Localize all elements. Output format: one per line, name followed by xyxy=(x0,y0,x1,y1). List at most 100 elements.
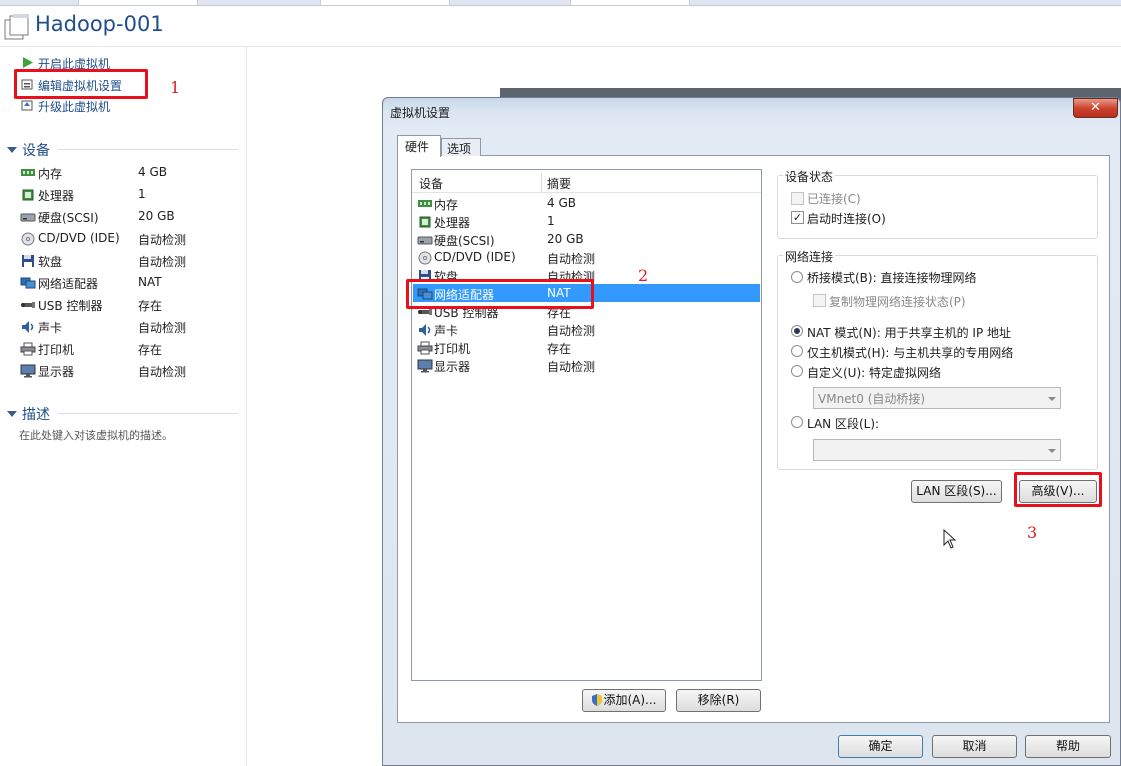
sidebar-device-value: 1 xyxy=(138,187,146,201)
ok-button[interactable]: 确定 xyxy=(838,735,923,758)
device-list-summary: 自动检测 xyxy=(547,360,596,374)
sidebar-device-name[interactable]: 软盘 xyxy=(38,253,62,270)
floppy-icon xyxy=(20,254,36,267)
processor-icon xyxy=(417,215,432,228)
sidebar-device-name[interactable]: USB 控制器 xyxy=(38,297,102,314)
sidebar-device-name[interactable]: 处理器 xyxy=(38,187,74,204)
top-tab[interactable] xyxy=(78,0,198,5)
title-divider xyxy=(0,46,1121,47)
device-list-name: 声卡 xyxy=(434,324,459,338)
lan-segments-button[interactable]: LAN 区段(S)... xyxy=(911,480,1002,503)
mouse-cursor-icon xyxy=(943,528,957,549)
dialog-title: 虚拟机设置 xyxy=(390,106,451,120)
remove-button[interactable]: 移除(R) xyxy=(676,689,761,712)
chevron-down-icon xyxy=(1048,449,1056,453)
sidebar-device-name[interactable]: 打印机 xyxy=(38,341,74,358)
collapse-devices-icon[interactable] xyxy=(7,147,17,153)
top-tab[interactable] xyxy=(570,0,690,5)
lan-segment-radio[interactable] xyxy=(791,416,803,428)
device-list-row[interactable] xyxy=(413,195,760,213)
sidebar-device-name[interactable]: 显示器 xyxy=(38,363,74,380)
device-list-name: 显示器 xyxy=(434,360,471,374)
sidebar-device-value: 自动检测 xyxy=(138,365,187,379)
device-list-summary: 1 xyxy=(547,214,555,228)
chevron-down-icon xyxy=(1048,397,1056,401)
memory-icon xyxy=(417,197,432,210)
display-icon xyxy=(417,359,433,373)
replicate-state-checkbox[interactable] xyxy=(813,294,826,307)
highlight-box-1 xyxy=(14,69,148,99)
vm-title: Hadoop-001 xyxy=(35,12,164,36)
tab-options[interactable]: 选项 xyxy=(441,138,481,156)
custom-network-value: VMnet0 (自动桥接) xyxy=(818,392,926,406)
column-header-summary[interactable]: 摘要 xyxy=(547,175,571,192)
upgrade-link[interactable]: 升级此虚拟机 xyxy=(38,98,110,115)
device-list-summary: 自动检测 xyxy=(547,324,596,338)
panel-divider xyxy=(246,47,247,766)
custom-label: 自定义(U): 特定虚拟网络 xyxy=(807,366,942,380)
description-heading: 描述 xyxy=(22,407,50,423)
device-list-header xyxy=(412,173,761,193)
device-list-name: 处理器 xyxy=(434,216,471,230)
step-number-1: 1 xyxy=(170,78,181,97)
bridged-label: 桥接模式(B): 直接连接物理网络 xyxy=(807,271,977,285)
column-header-device[interactable]: 设备 xyxy=(419,175,443,192)
sidebar-device-value: 存在 xyxy=(138,299,163,313)
highlight-box-2 xyxy=(406,279,594,309)
sound-card-icon xyxy=(417,323,432,336)
sidebar-device-name[interactable]: 网络适配器 xyxy=(38,275,98,292)
device-list-name: 内存 xyxy=(434,198,459,212)
sidebar-device-name[interactable]: 声卡 xyxy=(38,319,62,336)
connect-at-power-on-checkbox[interactable]: ✓ xyxy=(791,211,804,224)
printer-icon xyxy=(20,342,36,356)
cancel-button[interactable]: 取消 xyxy=(932,735,1017,758)
add-button[interactable]: 添加(A)... xyxy=(582,689,666,712)
nat-radio[interactable] xyxy=(791,325,803,337)
sidebar-device-name[interactable]: 内存 xyxy=(38,165,62,182)
device-list-name: 硬盘(SCSI) xyxy=(434,234,495,248)
connected-checkbox[interactable] xyxy=(791,192,804,205)
sidebar-device-value: 20 GB xyxy=(138,209,175,223)
help-button[interactable]: 帮助 xyxy=(1025,735,1111,758)
checkmark-icon: ✓ xyxy=(792,211,803,224)
device-list-summary: 存在 xyxy=(547,342,572,356)
sound-card-icon xyxy=(20,320,36,333)
bridged-radio[interactable] xyxy=(791,271,803,283)
custom-network-select[interactable]: VMnet0 (自动桥接) xyxy=(813,387,1061,409)
hard-disk-icon xyxy=(417,233,433,246)
device-list-summary: 20 GB xyxy=(547,232,584,246)
description-field[interactable]: 在此处键入对该虚拟机的描述。 xyxy=(19,427,173,443)
device-list-name: CD/DVD (IDE) xyxy=(434,250,516,264)
usb-icon xyxy=(20,298,36,311)
step-number-2: 2 xyxy=(638,266,649,285)
hard-disk-icon xyxy=(20,210,36,223)
host-only-radio[interactable] xyxy=(791,345,803,357)
memory-icon xyxy=(20,166,36,179)
cd-dvd-icon xyxy=(417,251,432,265)
processor-icon xyxy=(20,188,36,201)
close-button[interactable]: ✕ xyxy=(1073,98,1118,118)
printer-icon xyxy=(417,341,433,355)
collapse-description-icon[interactable] xyxy=(7,411,17,417)
column-separator[interactable] xyxy=(541,173,542,192)
network-adapter-icon xyxy=(20,276,36,289)
tab-hardware[interactable]: 硬件 xyxy=(397,135,441,157)
description-divider xyxy=(58,413,238,414)
sidebar-device-value: NAT xyxy=(138,275,162,289)
sidebar-device-value: 存在 xyxy=(138,343,163,357)
upgrade-icon xyxy=(21,99,34,112)
step-number-3: 3 xyxy=(1027,523,1038,542)
connected-label: 已连接(C) xyxy=(807,192,861,206)
network-connection-group xyxy=(777,255,1098,470)
top-tab[interactable] xyxy=(320,0,450,5)
custom-radio[interactable] xyxy=(791,365,803,377)
lan-segment-select[interactable] xyxy=(813,439,1061,461)
device-list-name: 打印机 xyxy=(434,342,471,356)
device-list-summary: 自动检测 xyxy=(547,252,596,266)
sidebar-device-name[interactable]: CD/DVD (IDE) xyxy=(38,231,120,245)
top-tab-strip xyxy=(0,0,1121,6)
sidebar-device-name[interactable]: 硬盘(SCSI) xyxy=(38,209,99,226)
connect-at-power-on-label: 启动时连接(O) xyxy=(807,212,886,226)
sidebar-device-value: 4 GB xyxy=(138,165,167,179)
radio-dot xyxy=(794,328,800,334)
